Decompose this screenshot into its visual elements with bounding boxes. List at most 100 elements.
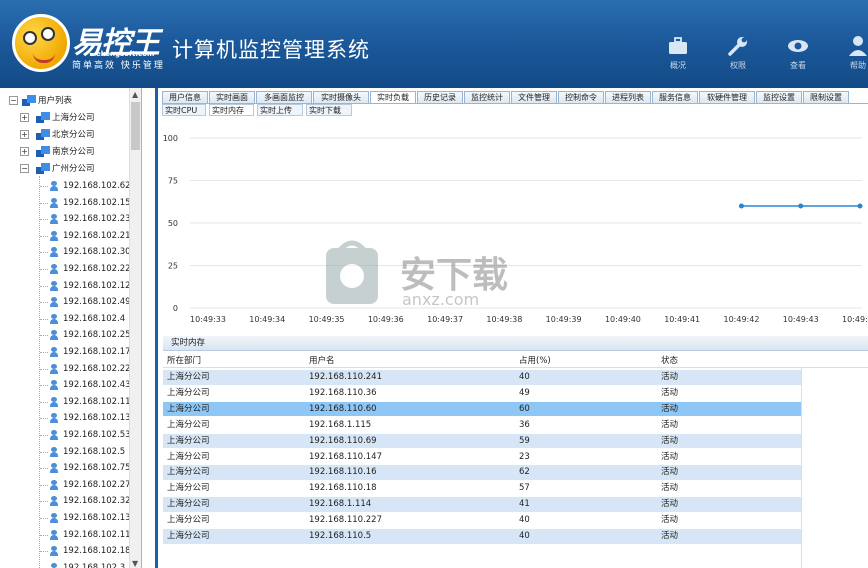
col-username[interactable]: 用户名	[309, 354, 335, 368]
tree-user-item[interactable]: 192.168.102.49	[0, 294, 131, 310]
col-status[interactable]: 状态	[661, 354, 678, 368]
tab-10[interactable]: 服务信息	[652, 91, 698, 103]
table-row[interactable]: 上海分公司 192.168.110.36 49 活动	[163, 385, 801, 402]
tree-user-item[interactable]: 192.168.102.229	[0, 261, 136, 277]
tree-user-item[interactable]: 192.168.102.32	[0, 493, 131, 509]
col-department[interactable]: 所在部门	[167, 354, 201, 368]
table-row[interactable]: 上海分公司 192.168.110.18 57 活动	[163, 481, 801, 497]
tree-group-label: 南京分公司	[52, 147, 95, 157]
tree-user-item[interactable]: 192.168.102.75	[0, 460, 131, 476]
tree-user-item[interactable]: 192.168.102.182	[0, 543, 136, 559]
tree-group[interactable]: − 广州分公司	[0, 161, 128, 177]
user-icon	[50, 214, 58, 225]
expand-icon[interactable]: +	[20, 113, 29, 122]
scroll-down-icon[interactable]: ▼	[132, 559, 138, 568]
tab-7[interactable]: 文件管理	[511, 91, 557, 103]
tree-user-item[interactable]: 192.168.102.177	[0, 344, 136, 360]
subtab-1[interactable]: 实时内存	[209, 104, 254, 116]
tree-user-item[interactable]: 192.168.102.5	[0, 444, 128, 460]
tab-8[interactable]: 控制命令	[558, 91, 604, 103]
table-row[interactable]: 上海分公司 192.168.110.60 60 活动	[163, 401, 801, 418]
cell-username: 192.168.110.36	[309, 387, 377, 398]
tree-user-item[interactable]: 192.168.102.13	[0, 510, 131, 526]
tree-user-label: 192.168.102.132	[63, 413, 137, 424]
tree-user-label: 192.168.102.27	[63, 479, 131, 490]
tree-user-label: 192.168.102.4	[63, 313, 126, 324]
tab-3[interactable]: 实时摄像头	[313, 91, 369, 103]
tab-5[interactable]: 历史记录	[417, 91, 463, 103]
cell-department: 上海分公司	[167, 419, 210, 430]
table-row[interactable]: 上海分公司 192.168.110.69 59 活动	[163, 433, 801, 450]
subtab-2[interactable]: 实时上传	[257, 104, 303, 116]
collapse-icon[interactable]: −	[20, 164, 29, 173]
scroll-up-icon[interactable]: ▲	[132, 90, 138, 99]
permission-button[interactable]: 权限	[718, 34, 758, 74]
tab-1[interactable]: 实时画面	[209, 91, 255, 103]
tab-12[interactable]: 监控设置	[756, 91, 802, 103]
scrollbar-thumb[interactable]	[131, 102, 140, 150]
help-button[interactable]: 帮助	[838, 34, 868, 74]
overview-button[interactable]: 概况	[658, 34, 698, 74]
tree-user-item[interactable]: 192.168.102.233	[0, 211, 136, 227]
tree-scrollbar[interactable]: ▲ ▼	[129, 88, 141, 568]
cell-usage: 59	[519, 435, 530, 446]
tree-user-item[interactable]: 192.168.102.43	[0, 377, 131, 393]
tree-user-item[interactable]: 192.168.102.4	[0, 311, 128, 327]
tree-user-item[interactable]: 192.168.102.250	[0, 327, 136, 343]
view-button[interactable]: 查看	[778, 34, 818, 74]
tab-9[interactable]: 进程列表	[605, 91, 651, 103]
tree-user-item[interactable]: 192.168.102.27	[0, 477, 131, 493]
data-point	[738, 203, 744, 209]
cell-username: 192.168.110.18	[309, 483, 377, 494]
tree-user-item[interactable]: 192.168.102.53	[0, 427, 131, 443]
table-row[interactable]: 上海分公司 192.168.1.115 36 活动	[163, 417, 801, 434]
table-row[interactable]: 上海分公司 192.168.110.5 40 活动	[163, 529, 801, 545]
tree-user-label: 192.168.102.49	[63, 297, 131, 308]
x-tick-label: 10:49:36	[368, 315, 404, 324]
tree-group[interactable]: + 北京分公司	[0, 127, 128, 143]
tab-13[interactable]: 限制设置	[803, 91, 849, 103]
cell-status: 活动	[661, 483, 679, 494]
table-row[interactable]: 上海分公司 192.168.110.16 62 活动	[163, 465, 801, 481]
tree-root-label: 用户列表	[38, 96, 73, 106]
tab-0[interactable]: 用户信息	[162, 91, 208, 103]
tree-user-label: 192.168.102.126	[63, 280, 137, 291]
tree-root[interactable]: − 用户列表	[0, 93, 128, 109]
user-icon	[50, 430, 58, 441]
x-tick-label: 10:49:44	[842, 315, 868, 324]
tree-user-item[interactable]: 192.168.102.111	[0, 394, 136, 410]
y-tick-label: 75	[168, 177, 178, 186]
subtab-0[interactable]: 实时CPU	[162, 104, 206, 116]
user-tree[interactable]: − 用户列表 + 上海分公司 + 北京分公司 + 南京分公司 − 广州分公司 1…	[0, 88, 142, 568]
tree-user-item[interactable]: 192.168.102.217	[0, 228, 136, 244]
tab-11[interactable]: 软硬件管理	[699, 91, 755, 103]
user-icon	[50, 181, 58, 192]
table-row[interactable]: 上海分公司 192.168.110.147 23 活动	[163, 449, 801, 465]
expand-icon[interactable]: +	[20, 130, 29, 139]
tree-user-item[interactable]: 192.168.102.3	[0, 560, 128, 568]
y-tick-label: 100	[163, 134, 178, 143]
tree-user-item[interactable]: 192.168.102.126	[0, 278, 136, 294]
tab-6[interactable]: 监控统计	[464, 91, 510, 103]
panel-splitter[interactable]	[142, 88, 159, 568]
tree-user-item[interactable]: 192.168.102.62	[0, 178, 131, 194]
cell-usage: 62	[519, 467, 530, 478]
tree-user-item[interactable]: 192.168.102.11	[0, 527, 131, 543]
tab-4[interactable]: 实时负载	[370, 91, 416, 103]
logo-mascot-icon	[12, 14, 70, 72]
tree-user-item[interactable]: 192.168.102.30	[0, 244, 131, 260]
tab-2[interactable]: 多画面监控	[256, 91, 312, 103]
memory-panel: 实时内存 所在部门 用户名 占用(%) 状态 上海分公司 192.168.110…	[163, 336, 868, 568]
col-usage[interactable]: 占用(%)	[519, 354, 551, 368]
table-row[interactable]: 上海分公司 192.168.110.227 40 活动	[163, 513, 801, 529]
expand-icon[interactable]: +	[20, 147, 29, 156]
table-row[interactable]: 上海分公司 192.168.1.114 41 活动	[163, 497, 801, 513]
table-row[interactable]: 上海分公司 192.168.110.241 40 活动	[163, 370, 801, 386]
tree-user-item[interactable]: 192.168.102.153	[0, 195, 136, 211]
tree-user-item[interactable]: 192.168.102.132	[0, 410, 136, 426]
tree-user-item[interactable]: 192.168.102.22	[0, 361, 131, 377]
tree-group[interactable]: + 南京分公司	[0, 144, 128, 160]
tree-group[interactable]: + 上海分公司	[0, 110, 128, 126]
subtab-3[interactable]: 实时下载	[306, 104, 352, 116]
collapse-icon[interactable]: −	[9, 96, 18, 105]
